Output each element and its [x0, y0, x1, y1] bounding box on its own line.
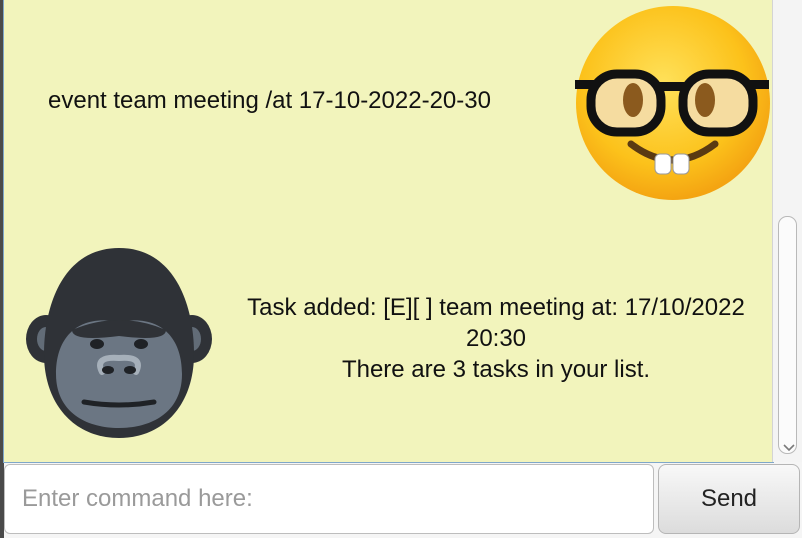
bot-response-line-2: 20:30	[465, 325, 527, 352]
nerd-face-icon	[575, 6, 770, 200]
bot-response-text: Task added: [E][ ] team meeting at: 17/1…	[236, 292, 756, 385]
user-message-text: event team meeting /at 17-10-2022-20-30	[48, 87, 491, 114]
send-button[interactable]: Send	[658, 464, 800, 534]
scrollbar-thumb[interactable]	[778, 216, 797, 454]
gorilla-icon	[26, 248, 212, 438]
vertical-scrollbar[interactable]	[772, 0, 802, 462]
bot-response-line-3: There are 3 tasks in your list.	[341, 356, 651, 383]
command-input[interactable]	[4, 464, 654, 534]
scroll-down-arrow-icon[interactable]	[781, 440, 797, 456]
dialog-container[interactable]: event team meeting /at 17-10-2022-20-30	[3, 0, 774, 463]
bot-response-line-1: Task added: [E][ ] team meeting at: 17/1…	[247, 294, 745, 321]
